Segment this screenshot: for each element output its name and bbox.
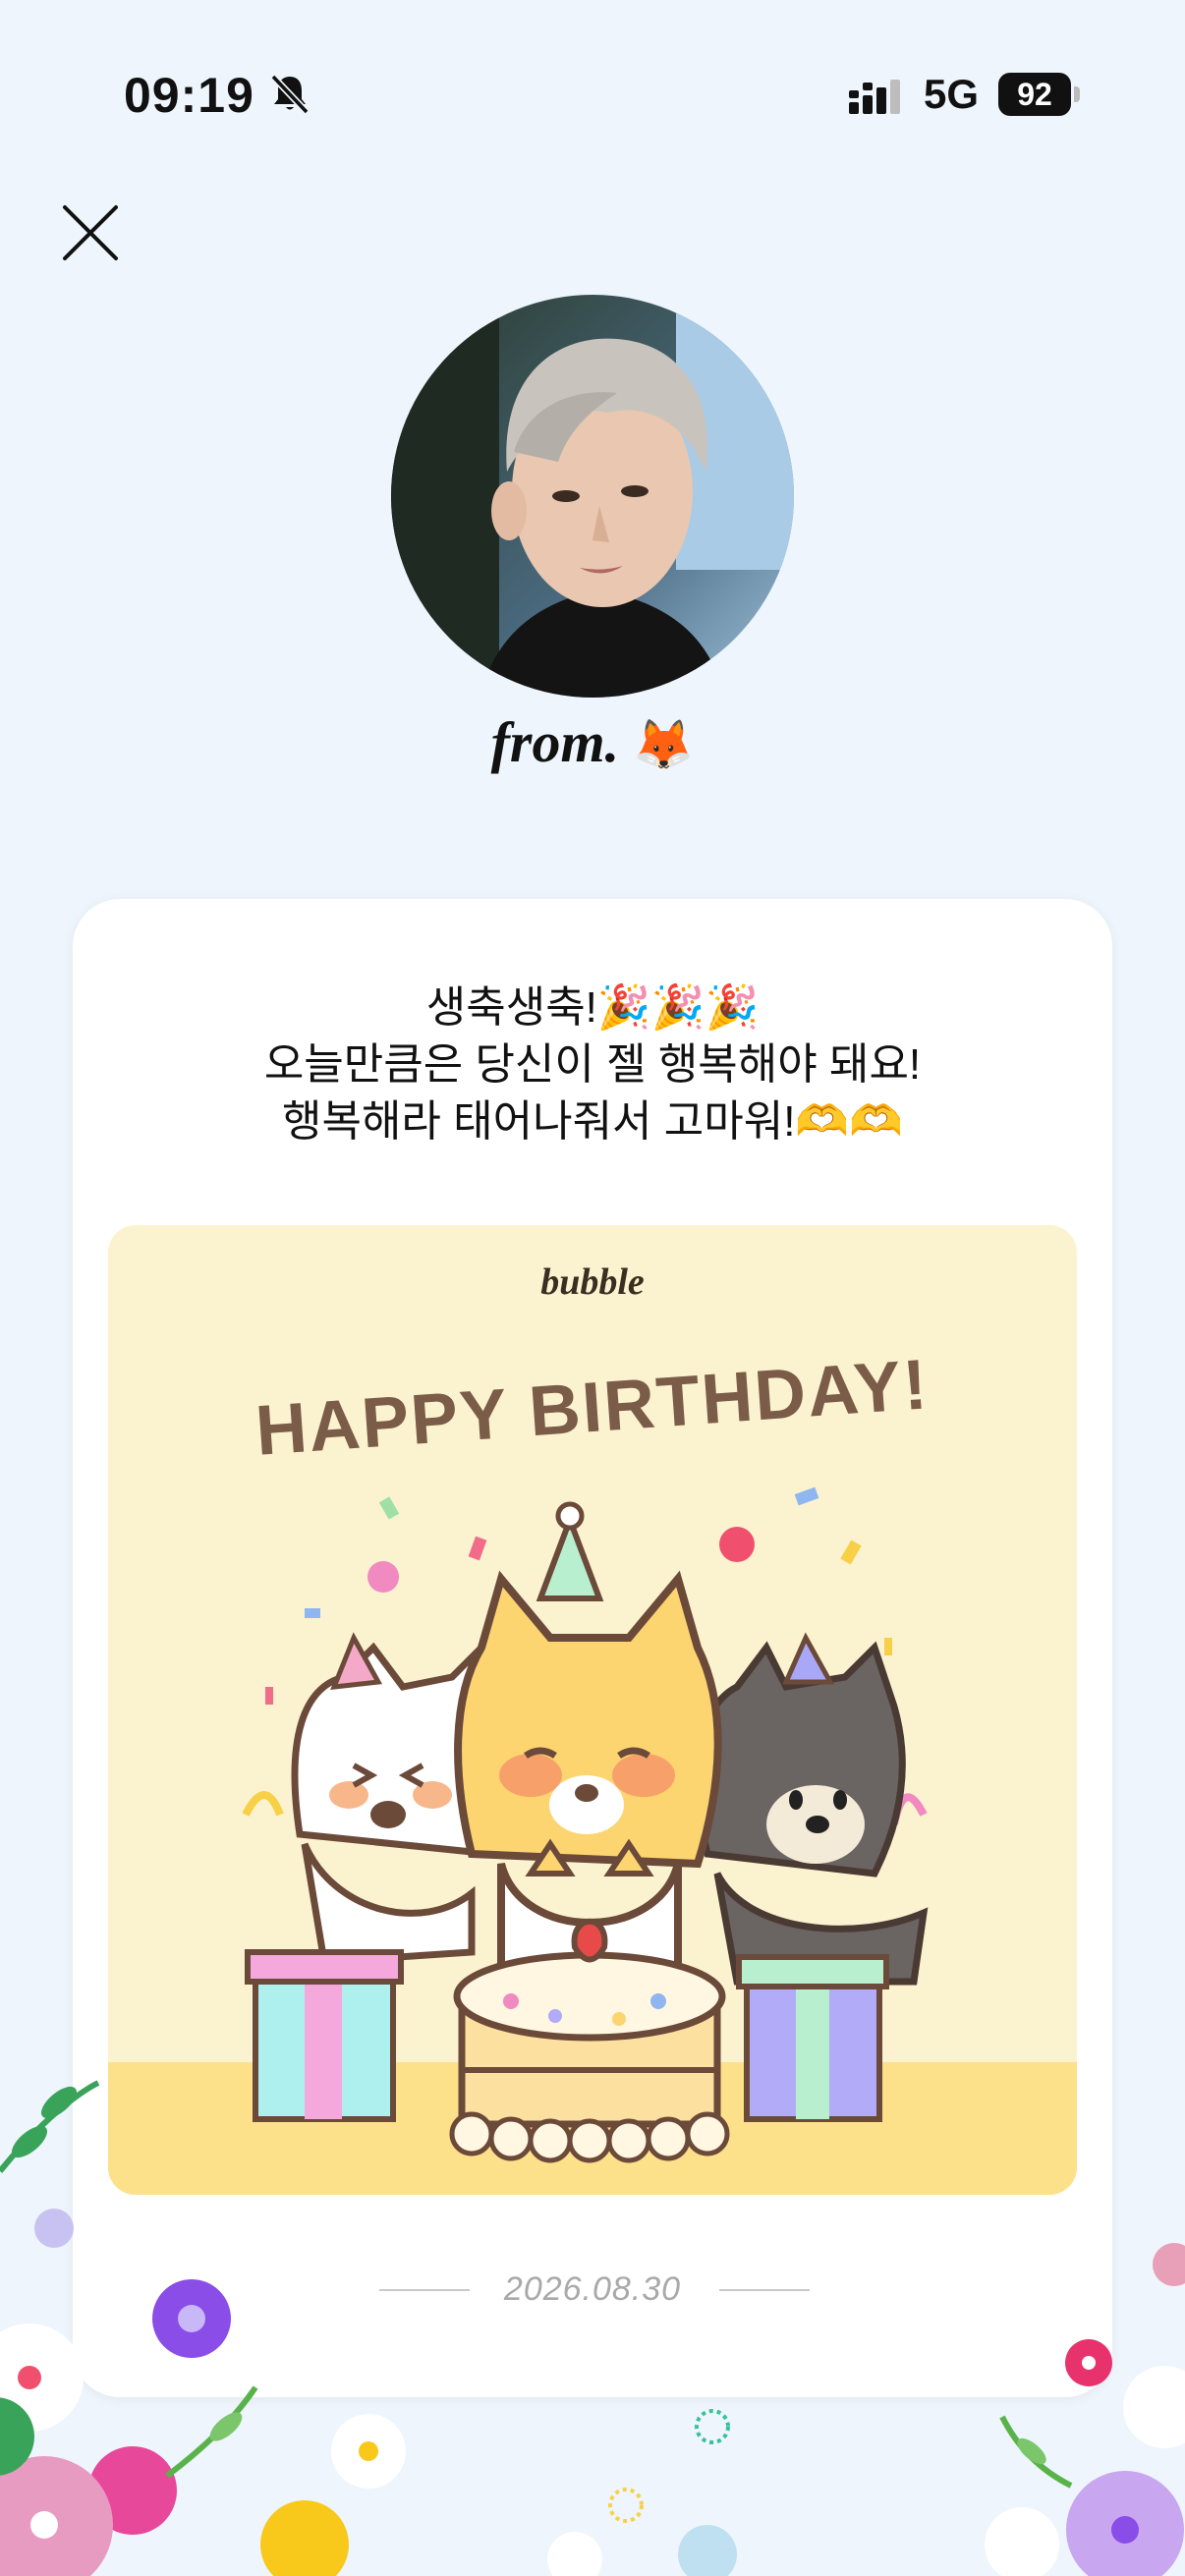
flower-cluster-middle (547, 2409, 737, 2576)
bell-slash-icon (270, 74, 310, 115)
from-text: from. (490, 710, 620, 774)
status-time: 09:19 (124, 68, 254, 123)
date-divider-right (719, 2289, 810, 2291)
gray-dog (694, 1632, 929, 1986)
close-icon[interactable] (59, 201, 122, 264)
battery-tip (1074, 86, 1080, 102)
gift-left (245, 1949, 404, 2122)
cake (449, 1918, 730, 2163)
shiba-dog (454, 1501, 722, 1976)
message-line: 오늘만큼은 당신이 젤 행복해야 돼요! (263, 1040, 922, 1089)
letter-date: 2026.08.30 (503, 2270, 682, 2308)
headline-text: HAPPY BIRTHDAY! (254, 1345, 931, 1471)
status-bar: 09:19 5G 92 (0, 0, 1185, 138)
message-text: 생축생축!🎉🎉🎉 오늘만큼은 당신이 젤 행복해야 돼요! 행복해라 태어나줘서… (73, 980, 1112, 1150)
letter-card: 생축생축!🎉🎉🎉 오늘만큼은 당신이 젤 행복해야 돼요! 행복해라 태어나줘서… (73, 899, 1112, 2397)
signal-icon (849, 80, 900, 114)
network-type: 5G (924, 71, 980, 117)
gift-right (736, 1954, 889, 2122)
battery-level: 92 (998, 73, 1071, 116)
date-row: 2026.08.30 (73, 2265, 1112, 2314)
avatar[interactable] (391, 295, 794, 698)
message-line: 생축생축!🎉🎉🎉 (425, 983, 760, 1032)
birthday-card-image: bubble HAPPY BIRTHDAY! (108, 1225, 1077, 2195)
birthday-illustration: HAPPY BIRTHDAY! (242, 1345, 931, 2163)
avatar-photo (391, 295, 794, 698)
message-line: 행복해라 태어나줘서 고마워!🫶🫶 (281, 1097, 903, 1146)
fox-emoji: 🦊 (633, 717, 695, 772)
from-label: from. 🦊 (0, 709, 1185, 775)
